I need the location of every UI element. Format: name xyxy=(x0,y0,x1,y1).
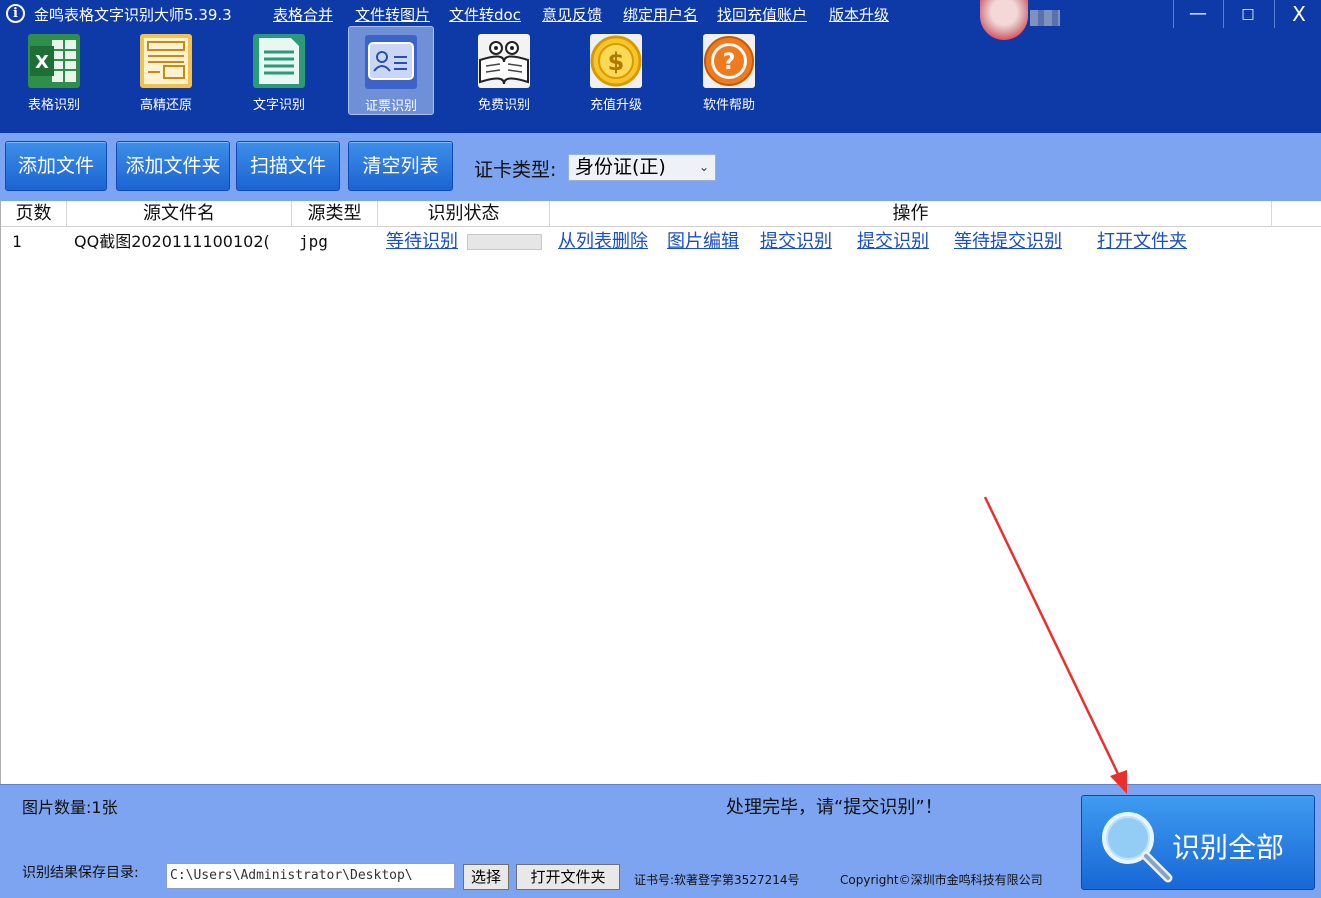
tool-id-card-recognition[interactable]: 证票识别 xyxy=(348,26,434,115)
card-type-select[interactable]: 身份证(正) ⌄ xyxy=(568,154,716,181)
column-header-file-name: 源文件名 xyxy=(67,201,292,227)
action-bar: 添加文件 添加文件夹 扫描文件 清空列表 证卡类型: 身份证(正) ⌄ xyxy=(0,133,1321,201)
svg-text:X: X xyxy=(35,52,49,73)
tool-high-precision-restore[interactable]: 高精还原 xyxy=(123,26,209,115)
menu-merge-tables[interactable]: 表格合并 xyxy=(273,4,333,25)
column-header-file-type: 源类型 xyxy=(292,201,378,227)
file-table: 页数 源文件名 源类型 识别状态 操作 1 QQ截图2020111100102(… xyxy=(0,201,1321,784)
svg-text:$: $ xyxy=(608,48,625,76)
title-bar: i 金鸣表格文字识别大师5.39.3 表格合并 文件转图片 文件转doc 意见反… xyxy=(0,0,1321,40)
row-progress-bar xyxy=(467,234,542,250)
recognize-all-button[interactable]: 识别全部 xyxy=(1081,795,1315,890)
tool-label: 高精还原 xyxy=(139,98,192,113)
scan-file-button[interactable]: 扫描文件 xyxy=(236,141,340,191)
save-dir-field[interactable]: C:\Users\Administrator\Desktop\ xyxy=(166,863,455,889)
save-dir-label: 识别结果保存目录: xyxy=(22,865,139,881)
coin-icon: $ xyxy=(590,34,642,88)
menu-bind-username[interactable]: 绑定用户名 xyxy=(623,4,698,25)
tool-label: 表格识别 xyxy=(27,98,80,113)
layout-restore-icon xyxy=(140,34,192,88)
tool-text-recognition[interactable]: 文字识别 xyxy=(236,26,322,115)
tool-label: 证票识别 xyxy=(364,99,417,114)
row-page: 1 xyxy=(12,232,22,251)
window-control-divider xyxy=(1223,0,1224,28)
open-folder-link[interactable]: 打开文件夹 xyxy=(1097,229,1187,255)
menu-feedback[interactable]: 意见反馈 xyxy=(542,4,602,25)
tool-label: 文字识别 xyxy=(252,98,305,113)
minimize-button[interactable]: — xyxy=(1176,0,1220,28)
recognize-all-label: 识别全部 xyxy=(1172,831,1285,864)
magnifier-icon xyxy=(1102,812,1173,883)
add-file-button[interactable]: 添加文件 xyxy=(5,141,107,191)
row-status-link[interactable]: 等待识别 xyxy=(386,229,468,255)
waiting-submit-link[interactable]: 等待提交识别 xyxy=(954,229,1062,255)
tool-software-help[interactable]: ? 软件帮助 xyxy=(686,26,772,115)
choose-dir-button[interactable]: 选择 xyxy=(463,864,509,890)
copyright: Copyright©深圳市金鸣科技有限公司 xyxy=(840,873,1043,887)
submit-recognition-link-2[interactable]: 提交识别 xyxy=(857,229,929,255)
help-icon: ? xyxy=(703,34,755,88)
text-document-icon xyxy=(253,34,305,88)
tool-label: 免费识别 xyxy=(477,98,530,113)
window-control-divider xyxy=(1274,0,1275,28)
add-folder-button[interactable]: 添加文件夹 xyxy=(116,141,230,191)
maximize-button[interactable]: □ xyxy=(1226,0,1270,28)
username-redacted xyxy=(1030,10,1060,26)
menu-file-to-doc[interactable]: 文件转doc xyxy=(449,4,521,25)
info-icon[interactable]: i xyxy=(6,4,25,23)
clear-list-button[interactable]: 清空列表 xyxy=(348,141,453,191)
app-title: 金鸣表格文字识别大师5.39.3 xyxy=(34,6,232,24)
tool-table-recognition[interactable]: X 表格识别 xyxy=(11,26,97,115)
tool-recharge-upgrade[interactable]: $ 充值升级 xyxy=(573,26,659,115)
column-header-page: 页数 xyxy=(1,201,67,227)
tool-label: 充值升级 xyxy=(589,98,642,113)
book-reading-icon xyxy=(478,34,530,88)
tool-label: 软件帮助 xyxy=(702,98,755,113)
table-header: 页数 源文件名 源类型 识别状态 操作 xyxy=(1,201,1321,227)
chevron-down-icon: ⌄ xyxy=(698,160,709,174)
menu-upgrade[interactable]: 版本升级 xyxy=(829,4,889,25)
avatar[interactable] xyxy=(980,0,1028,40)
card-type-label: 证卡类型: xyxy=(474,159,557,181)
delete-from-list-link[interactable]: 从列表删除 xyxy=(558,229,648,255)
excel-icon: X xyxy=(28,34,80,88)
row-file-name: QQ截图2020111100102( xyxy=(74,232,270,251)
card-type-value: 身份证(正) xyxy=(575,156,666,178)
window-control-divider xyxy=(1173,0,1174,28)
svg-text:?: ? xyxy=(723,50,736,75)
image-count: 图片数量:1张 xyxy=(22,798,118,817)
close-button[interactable]: X xyxy=(1277,0,1321,28)
status-message: 处理完毕，请“提交识别”！ xyxy=(726,797,943,818)
tool-free-recognition[interactable]: 免费识别 xyxy=(461,26,547,115)
edit-image-link[interactable]: 图片编辑 xyxy=(667,229,739,255)
menu-recover-account[interactable]: 找回充值账户 xyxy=(717,4,807,25)
column-header-actions: 操作 xyxy=(550,201,1272,227)
id-card-icon xyxy=(365,35,417,89)
row-file-type: jpg xyxy=(299,232,328,251)
open-folder-button[interactable]: 打开文件夹 xyxy=(516,864,620,890)
menu-file-to-image[interactable]: 文件转图片 xyxy=(355,4,430,25)
submit-recognition-link[interactable]: 提交识别 xyxy=(760,229,832,255)
certificate-number: 证书号:软著登字第3527214号 xyxy=(634,873,800,887)
column-header-status: 识别状态 xyxy=(378,201,550,227)
